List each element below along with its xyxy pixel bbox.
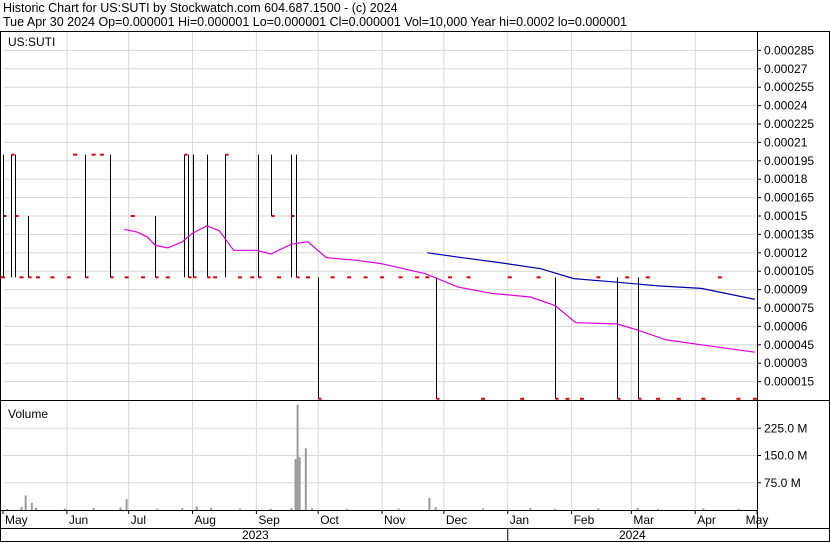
close-markers — [1, 153, 757, 400]
month-label: May — [5, 513, 28, 527]
price-tick-label: 0.000255 — [764, 80, 814, 94]
volume-bar — [482, 508, 485, 510]
month-label: Jul — [131, 513, 146, 527]
moving-average-long-line — [427, 252, 756, 300]
chart-frame — [0, 31, 830, 542]
x-axis: May Jun Jul Aug Sep Oct Nov Dec Jan Feb Mar Apr May 2… — [2, 510, 769, 542]
volume-bar — [597, 508, 600, 510]
volume-bar — [636, 507, 639, 510]
volume-bar — [24, 495, 27, 510]
price-tick-label: 0.00027 — [764, 62, 808, 76]
volume-bar — [657, 508, 660, 510]
volume-bar — [20, 507, 23, 510]
month-label: Mar — [633, 513, 654, 527]
volume-tick-label: 75.0 M — [764, 476, 801, 490]
price-tick-label: 0.000015 — [764, 375, 814, 389]
volume-bar — [298, 457, 301, 510]
volume-bar — [119, 507, 122, 510]
year-label: 2024 — [619, 528, 646, 542]
price-tick-label: 0.00015 — [764, 209, 808, 223]
volume-bar — [296, 404, 299, 510]
price-tick-label: 0.000285 — [764, 43, 814, 57]
volume-bar — [304, 448, 307, 510]
month-label: Sep — [258, 513, 280, 527]
volume-bar — [30, 502, 33, 510]
volume-bar — [238, 508, 241, 510]
volume-pane-label: Volume — [8, 407, 48, 421]
volume-bar — [125, 499, 128, 510]
price-tick-label: 0.000195 — [764, 154, 814, 168]
price-tick-label: 0.000165 — [764, 191, 814, 205]
volume-bar — [737, 508, 740, 510]
volume-bar — [156, 508, 159, 510]
grid — [3, 32, 757, 510]
volume-bars — [6, 404, 740, 510]
volume-bar — [428, 498, 431, 510]
price-tick-label: 0.00006 — [764, 319, 808, 333]
price-tick-label: 0.000105 — [764, 264, 814, 278]
volume-bar — [702, 508, 705, 510]
month-label: Apr — [697, 513, 716, 527]
volume-bar — [434, 507, 437, 510]
volume-bar — [346, 508, 349, 510]
month-label: Feb — [574, 513, 595, 527]
stock-chart: 0.000015 0.00003 0.000045 0.00006 0.000075 0.… — [0, 31, 830, 542]
volume-bar — [92, 508, 95, 510]
moving-averages — [124, 225, 756, 353]
volume-tick-label: 225.0 M — [764, 421, 807, 435]
month-label: Nov — [384, 513, 405, 527]
price-pane-label: US:SUTI — [8, 35, 55, 49]
volume-bar — [294, 459, 297, 510]
price-tick-label: 0.000135 — [764, 227, 814, 241]
price-tick-label: 0.00003 — [764, 356, 808, 370]
volume-bar — [529, 508, 532, 510]
price-tick-label: 0.000045 — [764, 338, 814, 352]
month-label: Aug — [195, 513, 216, 527]
volume-bar — [554, 508, 557, 510]
year-label: 2023 — [242, 528, 269, 542]
price-tick-label: 0.00018 — [764, 172, 808, 186]
price-tick-label: 0.00021 — [764, 135, 808, 149]
price-tick-label: 0.00024 — [764, 99, 808, 113]
price-bars — [3, 153, 642, 400]
volume-bar — [290, 507, 293, 510]
outer-frame — [0, 31, 830, 542]
volume-bar — [195, 506, 198, 510]
month-label: Oct — [320, 513, 339, 527]
volume-bar — [181, 508, 184, 510]
volume-bar — [34, 507, 37, 510]
price-tick-label: 0.000075 — [764, 301, 814, 315]
month-label: May — [746, 513, 769, 527]
month-label: Jun — [69, 513, 88, 527]
price-tick-label: 0.00009 — [764, 283, 808, 297]
volume-bar — [210, 507, 213, 510]
volume-bar — [63, 508, 66, 510]
volume-bar — [397, 508, 400, 510]
volume-bar — [6, 508, 9, 510]
price-tick-label: 0.000225 — [764, 117, 814, 131]
price-tick-label: 0.00012 — [764, 246, 808, 260]
month-label: Jan — [510, 513, 529, 527]
volume-bar — [311, 508, 314, 510]
month-label: Dec — [446, 513, 467, 527]
y-axis-ticks: 0.000015 0.00003 0.000045 0.00006 0.000075 0.… — [757, 43, 814, 490]
volume-tick-label: 150.0 M — [764, 449, 807, 463]
volume-bar — [269, 508, 272, 510]
moving-average-short-line — [124, 225, 755, 353]
